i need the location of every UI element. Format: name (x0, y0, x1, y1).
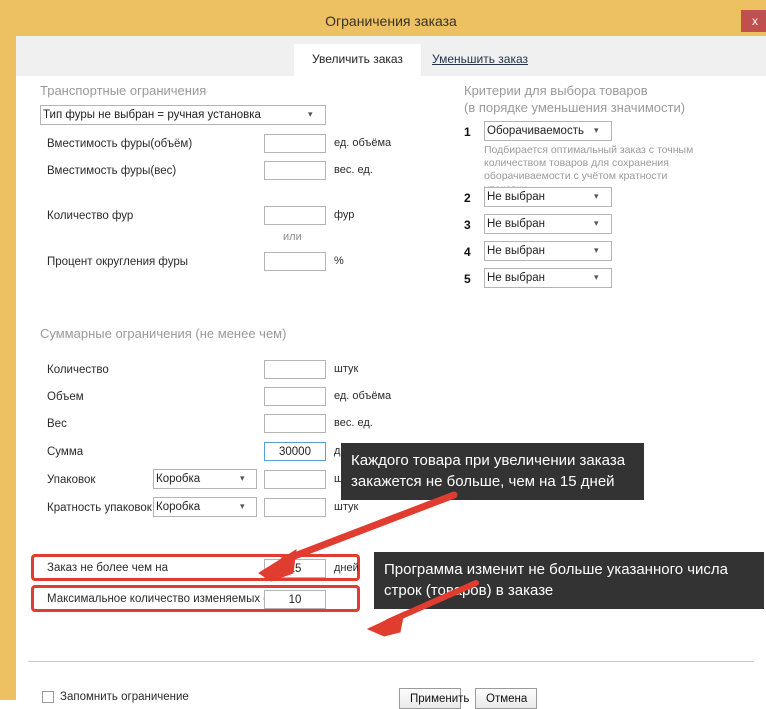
label-truck-capacity-volume: Вместимость фуры(объём) (47, 138, 193, 150)
criteria-select-2[interactable]: Не выбран (484, 187, 612, 207)
unit-order-max-days: дней (334, 562, 359, 574)
input-total-weight[interactable] (264, 414, 326, 433)
remember-restriction-row[interactable]: Запомнить ограничение (42, 691, 189, 703)
input-max-changed-rows[interactable] (264, 590, 326, 609)
input-total-volume[interactable] (264, 387, 326, 406)
label-total-sum: Сумма (47, 446, 84, 458)
input-truck-rounding-percent[interactable] (264, 252, 326, 271)
input-total-quantity[interactable] (264, 360, 326, 379)
or-separator-text: или (283, 231, 302, 243)
criteria-select-3[interactable]: Не выбран (484, 214, 612, 234)
label-total-volume: Объем (47, 391, 84, 403)
label-total-quantity: Количество (47, 364, 109, 376)
remember-restriction-checkbox[interactable] (42, 691, 54, 703)
callout-max-rows: Программа изменит не больше указанного ч… (374, 552, 764, 609)
title-bar: Ограничения заказа x (8, 8, 766, 36)
criteria-select-1[interactable]: Оборачиваемость (484, 121, 612, 141)
criteria-select-5[interactable]: Не выбран (484, 268, 612, 288)
unit-truck-capacity-volume: ед. объёма (334, 137, 392, 149)
unit-truck-capacity-weight: вес. ед. (334, 164, 373, 176)
footer-divider (28, 661, 754, 662)
criteria-index-3: 3 (464, 218, 471, 232)
label-truck-capacity-weight: Вместимость фуры(вес) (47, 165, 177, 177)
label-total-weight: Вес (47, 418, 67, 430)
label-packages: Упаковок (47, 474, 96, 486)
transport-section-title: Транспортные ограничения (40, 83, 207, 98)
tab-panel-increase-order: Транспортные ограничения Тип фуры не выб… (16, 76, 766, 709)
criteria-section-title-line2: (в порядке уменьшения значимости) (464, 100, 686, 115)
criteria-index-5: 5 (464, 272, 471, 286)
label-order-max-days: Заказ не более чем на (47, 562, 168, 574)
unit-total-volume: ед. объёма (334, 390, 392, 402)
screenshot-root: Ограничения заказа x Увеличить заказ Уме… (0, 0, 766, 709)
criteria-index-2: 2 (464, 191, 471, 205)
input-truck-capacity-volume[interactable] (264, 134, 326, 153)
truck-type-select[interactable]: Тип фуры не выбран = ручная установка (40, 105, 326, 125)
cancel-button[interactable]: Отмена (475, 688, 537, 709)
package-multiplicity-select[interactable]: Коробка (153, 497, 257, 517)
dialog-window: Ограничения заказа x Увеличить заказ Уме… (0, 0, 766, 709)
criteria-index-4: 4 (464, 245, 471, 259)
tab-increase-order[interactable]: Увеличить заказ (294, 44, 421, 76)
unit-total-quantity: штук (334, 363, 359, 375)
input-truck-capacity-weight[interactable] (264, 161, 326, 180)
remember-restriction-label: Запомнить ограничение (60, 691, 189, 703)
input-total-sum[interactable] (264, 442, 326, 461)
input-order-max-days[interactable] (264, 559, 326, 578)
unit-truck-count: фур (334, 209, 355, 221)
criteria-index-1: 1 (464, 125, 471, 139)
tab-strip: Увеличить заказ Уменьшить заказ (16, 36, 766, 76)
window-title: Ограничения заказа (325, 13, 457, 29)
input-package-multiplicity[interactable] (264, 498, 326, 517)
label-max-changed-rows: Максимальное количество изменяемых строк (47, 593, 293, 605)
label-truck-count: Количество фур (47, 210, 134, 222)
criteria-section-title-line1: Критерии для выбора товаров (464, 83, 648, 98)
input-packages[interactable] (264, 470, 326, 489)
close-icon[interactable]: x (741, 10, 766, 32)
packages-select[interactable]: Коробка (153, 469, 257, 489)
label-package-multiplicity: Кратность упаковок (47, 502, 152, 514)
apply-button[interactable]: Применить (399, 688, 469, 709)
tab-decrease-order[interactable]: Уменьшить заказ (414, 44, 546, 76)
dialog-client-area: Увеличить заказ Уменьшить заказ Транспор… (16, 36, 766, 709)
callout-order-days: Каждого товара при увеличении заказа зак… (341, 443, 644, 500)
unit-package-multiplicity: штук (334, 501, 359, 513)
criteria-select-4[interactable]: Не выбран (484, 241, 612, 261)
unit-total-weight: вес. ед. (334, 417, 373, 429)
input-truck-count[interactable] (264, 206, 326, 225)
totals-section-title: Суммарные ограничения (не менее чем) (40, 326, 287, 341)
label-truck-rounding-percent: Процент округления фуры (47, 256, 189, 268)
unit-truck-rounding-percent: % (334, 255, 344, 267)
